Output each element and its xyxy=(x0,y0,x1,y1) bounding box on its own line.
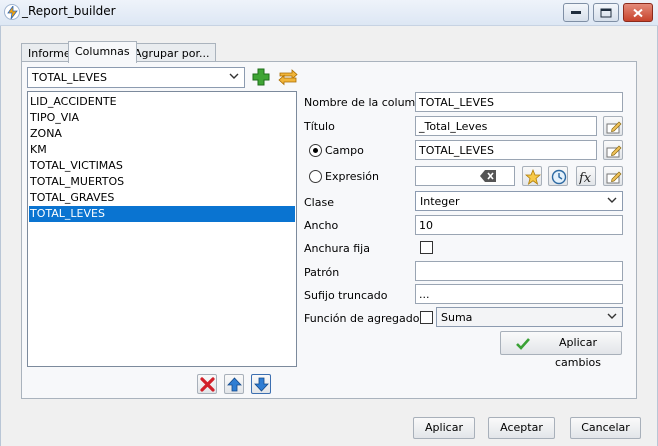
clase-label: Clase xyxy=(304,196,334,209)
list-item[interactable]: TIPO_VIA xyxy=(29,110,295,126)
function-button[interactable]: fx xyxy=(576,166,596,186)
list-item[interactable]: KM xyxy=(29,142,295,158)
arrow-up-icon xyxy=(227,377,242,392)
expresion-input[interactable] xyxy=(415,166,515,186)
swap-column-button[interactable] xyxy=(278,67,298,87)
funcion-agregado-label: Función de agregado xyxy=(304,312,420,325)
sufijo-truncado-label: Sufijo truncado xyxy=(304,289,388,302)
clase-select[interactable]: Integer xyxy=(415,191,623,211)
maximize-icon xyxy=(600,8,612,17)
ancho-input[interactable]: 10 xyxy=(415,215,623,235)
expresion-label: Expresión xyxy=(325,170,379,183)
patron-label: Patrón xyxy=(304,266,340,279)
titulo-input[interactable]: _Total_Leves xyxy=(415,116,597,136)
chevron-down-icon xyxy=(607,197,617,203)
favorite-button[interactable] xyxy=(522,166,542,186)
titulo-edit-button[interactable] xyxy=(603,116,623,136)
clase-select-value: Integer xyxy=(420,195,460,208)
aceptar-label: Aceptar xyxy=(500,421,543,434)
expresion-radio[interactable] xyxy=(309,170,322,183)
anchura-fija-checkbox[interactable] xyxy=(420,241,433,254)
edit-icon xyxy=(606,145,622,158)
star-icon xyxy=(525,169,541,185)
campo-input[interactable]: TOTAL_LEVES xyxy=(415,140,597,160)
chevron-down-icon xyxy=(607,313,617,319)
minimize-button[interactable] xyxy=(563,3,589,22)
anchura-fija-label: Anchura fija xyxy=(304,242,370,255)
campo-radio[interactable] xyxy=(309,144,322,157)
column-select[interactable]: TOTAL_LEVES xyxy=(27,67,245,88)
move-down-button[interactable] xyxy=(251,374,271,394)
plus-icon xyxy=(252,68,270,86)
clear-icon[interactable] xyxy=(480,170,496,185)
close-button[interactable] xyxy=(623,3,653,22)
close-icon xyxy=(633,8,643,17)
funcion-agregado-value: Suma xyxy=(441,311,473,324)
delete-icon xyxy=(200,377,215,392)
sufijo-truncado-input[interactable]: ... xyxy=(415,284,623,304)
list-item[interactable]: LID_ACCIDENTE xyxy=(29,94,295,110)
tab-columnas[interactable]: Columnas xyxy=(68,41,137,63)
edit-icon xyxy=(606,171,622,184)
funcion-agregado-select[interactable]: Suma xyxy=(436,307,623,327)
chevron-down-icon xyxy=(229,73,239,79)
list-item[interactable]: ZONA xyxy=(29,126,295,142)
edit-icon xyxy=(606,121,622,134)
campo-label: Campo xyxy=(325,144,364,157)
column-select-value: TOTAL_LEVES xyxy=(32,71,107,84)
list-item[interactable]: TOTAL_GRAVES xyxy=(29,190,295,206)
svg-text:fx: fx xyxy=(579,171,592,185)
ancho-label: Ancho xyxy=(304,219,339,232)
aceptar-button[interactable]: Aceptar xyxy=(488,417,555,439)
maximize-button[interactable] xyxy=(593,3,619,22)
nombre-columna-label: Nombre de la columna xyxy=(304,96,429,109)
history-button[interactable] xyxy=(548,166,568,186)
nombre-columna-input[interactable]: TOTAL_LEVES xyxy=(415,92,623,112)
funcion-agregado-checkbox[interactable] xyxy=(420,311,433,324)
apply-changes-label: Aplicar cambios xyxy=(554,336,601,369)
app-icon xyxy=(4,4,20,20)
tab-label: Agrupar por... xyxy=(134,47,210,60)
apply-changes-button[interactable]: Aplicar cambios xyxy=(500,331,622,369)
expresion-edit-button[interactable] xyxy=(603,166,623,186)
add-column-button[interactable] xyxy=(251,67,271,87)
list-item[interactable]: TOTAL_MUERTOS xyxy=(29,174,295,190)
delete-column-button[interactable] xyxy=(197,374,217,394)
window-title: _Report_builder xyxy=(22,4,116,18)
columns-list[interactable]: LID_ACCIDENTE TIPO_VIA ZONA KM TOTAL_VIC… xyxy=(27,91,297,367)
minimize-icon xyxy=(571,10,581,14)
clock-icon xyxy=(551,169,567,185)
campo-edit-button[interactable] xyxy=(603,140,623,160)
arrow-down-icon xyxy=(254,377,269,392)
titulo-label: Título xyxy=(304,120,335,133)
tab-agrupar-por[interactable]: Agrupar por... xyxy=(127,43,217,62)
list-item[interactable]: TOTAL_VICTIMAS xyxy=(29,158,295,174)
tab-label: Columnas xyxy=(75,45,130,58)
move-up-button[interactable] xyxy=(224,374,244,394)
list-item-selected[interactable]: TOTAL_LEVES xyxy=(29,206,295,222)
tab-label: Informe xyxy=(28,47,71,60)
aplicar-label: Aplicar xyxy=(425,421,463,434)
function-fx-icon: fx xyxy=(579,171,592,185)
patron-input[interactable] xyxy=(415,261,623,281)
checkmark-icon xyxy=(516,338,530,350)
aplicar-button[interactable]: Aplicar xyxy=(413,417,475,439)
cancelar-label: Cancelar xyxy=(581,421,630,434)
cancelar-button[interactable]: Cancelar xyxy=(570,417,641,439)
swap-icon xyxy=(278,69,298,86)
